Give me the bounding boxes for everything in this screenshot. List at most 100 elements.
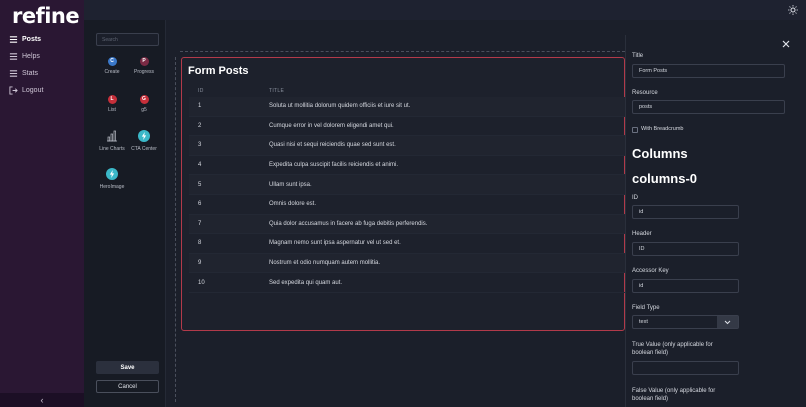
field-type-select[interactable]: text: [632, 315, 739, 329]
list-icon: [9, 35, 18, 43]
component-search-input[interactable]: [96, 33, 159, 46]
sun-icon[interactable]: [788, 5, 798, 15]
component-create[interactable]: C Create: [94, 57, 130, 75]
bolt-icon: [106, 168, 118, 180]
save-button[interactable]: Save: [96, 361, 159, 374]
breadcrumb-label: With Breadcrumb: [641, 126, 684, 132]
component-label: Progress: [133, 69, 154, 75]
cell-title: Nostrum et odio numquam autem mollitia.: [269, 260, 381, 267]
sidebar-item-label: Helps: [22, 52, 40, 60]
id-field[interactable]: [632, 205, 739, 219]
accessor-key-field[interactable]: [632, 279, 739, 293]
refine-logo[interactable]: refine: [12, 4, 80, 28]
true-value-field[interactable]: [632, 361, 739, 375]
progress-badge-icon: P: [139, 57, 149, 66]
table-row[interactable]: 2 Cumque error in vel dolorem eligendi am…: [189, 117, 626, 137]
canvas-guide-vertical: [175, 57, 176, 402]
component-line-charts[interactable]: Line Charts: [94, 130, 130, 152]
posts-table: ID TITLE 1 Soluta ut mollitia dolorum qui…: [189, 84, 626, 293]
cell-title: Omnis dolore est.: [269, 201, 317, 208]
cell-id: 9: [198, 260, 202, 267]
sidebar-item-label: Stats: [22, 69, 38, 77]
component-label: List: [108, 107, 116, 113]
cell-title: Cumque error in vel dolorem eligendi ame…: [269, 122, 394, 129]
table-row[interactable]: 9 Nostrum et odio numquam autem mollitia.: [189, 253, 626, 274]
resource-label: Resource: [632, 90, 658, 96]
columns-heading: Columns: [632, 146, 688, 161]
cell-id: 4: [198, 162, 202, 169]
component-label: Line Charts: [99, 146, 125, 152]
component-label: CTA Center: [131, 146, 157, 152]
component-label: g5: [141, 107, 147, 113]
cell-title: Ullam sunt ipsa.: [269, 181, 312, 188]
field-type-label: Field Type: [632, 305, 660, 311]
sidebar-item-stats[interactable]: Stats: [9, 66, 38, 80]
title-field[interactable]: [632, 64, 785, 78]
component-list[interactable]: L List: [94, 95, 130, 113]
column-header-title[interactable]: TITLE: [269, 88, 626, 94]
header-label: Header: [632, 231, 652, 237]
cancel-button[interactable]: Cancel: [96, 380, 159, 393]
g5-badge-icon: G: [139, 95, 149, 104]
cell-title: Sed expedita qui quam aut.: [269, 279, 343, 286]
cell-id: 1: [198, 103, 202, 110]
component-label: Create: [104, 69, 120, 75]
table-row[interactable]: 10 Sed expedita qui quam aut.: [189, 273, 626, 293]
component-label: HeroImage: [99, 184, 125, 190]
list-icon: [9, 69, 18, 77]
accessor-key-label: Accessor Key: [632, 268, 669, 274]
breadcrumb-checkbox[interactable]: [632, 127, 638, 133]
field-type-dropdown-button[interactable]: [717, 316, 738, 328]
sidebar-item-posts[interactable]: Posts: [9, 32, 41, 46]
cell-id: 6: [198, 201, 202, 208]
component-palette: C Create P Progress L List G g5 Line Cha…: [84, 20, 166, 407]
header-field[interactable]: [632, 242, 739, 256]
sidebar-item-label: Posts: [22, 35, 42, 43]
card-title: Form Posts: [188, 65, 249, 77]
list-badge-icon: L: [107, 95, 117, 104]
table-row[interactable]: 4 Expedita culpa suscipit facilis reicien…: [189, 156, 626, 176]
canvas-guide-horizontal: [180, 51, 625, 52]
component-g5[interactable]: G g5: [126, 95, 162, 113]
cell-id: 7: [198, 220, 202, 227]
cell-title: Quia dolor accusamus in facere ab fuga d…: [269, 220, 428, 227]
form-posts-card[interactable]: Form Posts ID TITLE 1 Soluta ut mollitia …: [181, 57, 626, 331]
field-type-value: text: [639, 319, 648, 325]
properties-panel: Title Resource With Breadcrumb Columns c…: [625, 35, 806, 407]
component-cta-center[interactable]: CTA Center: [126, 130, 162, 152]
list-icon: [9, 52, 18, 60]
column-header-id[interactable]: ID: [189, 88, 269, 94]
resource-field[interactable]: [632, 100, 785, 114]
id-label: ID: [632, 195, 638, 201]
bolt-icon: [138, 130, 150, 142]
table-row[interactable]: 8 Magnam nemo sunt ipsa aspernatur vel ut…: [189, 234, 626, 254]
app-sidebar: refine Posts Helps Stats Logout ‹: [0, 0, 84, 407]
title-label: Title: [632, 53, 644, 59]
component-progress[interactable]: P Progress: [126, 57, 162, 75]
component-hero-image[interactable]: HeroImage: [94, 168, 130, 190]
false-value-label: False Value (only applicable for boolean…: [632, 388, 716, 402]
table-row[interactable]: 5 Ullam sunt ipsa.: [189, 175, 626, 195]
table-body: 1 Soluta ut mollitia dolorum quidem offic…: [189, 97, 626, 293]
table-row[interactable]: 6 Omnis dolore est.: [189, 195, 626, 215]
sidebar-item-logout[interactable]: Logout: [9, 83, 43, 97]
cell-title: Expedita culpa suscipit facilis reiciend…: [269, 162, 399, 169]
chevron-down-icon: [724, 320, 731, 324]
cell-title: Soluta ut mollitia dolorum quidem offici…: [269, 103, 411, 110]
cell-id: 5: [198, 181, 202, 188]
sidebar-item-helps[interactable]: Helps: [9, 49, 40, 63]
cell-id: 2: [198, 122, 202, 129]
bar-chart-icon: [107, 130, 117, 142]
close-icon[interactable]: [782, 40, 790, 48]
table-row[interactable]: 1 Soluta ut mollitia dolorum quidem offic…: [189, 97, 626, 117]
cell-title: Quasi nisi et sequi reiciendis quae sed …: [269, 142, 396, 149]
create-badge-icon: C: [107, 57, 117, 66]
logout-icon: [9, 85, 18, 95]
sidebar-item-label: Logout: [22, 86, 44, 94]
app-root: refine Posts Helps Stats Logout ‹ Search…: [0, 0, 806, 407]
cell-id: 3: [198, 142, 202, 149]
table-row[interactable]: 7 Quia dolor accusamus in facere ab fuga …: [189, 214, 626, 235]
table-row[interactable]: 3 Quasi nisi et sequi reiciendis quae sed…: [189, 136, 626, 156]
sidebar-collapse-button[interactable]: ‹: [0, 393, 84, 407]
table-header: ID TITLE: [189, 84, 626, 97]
